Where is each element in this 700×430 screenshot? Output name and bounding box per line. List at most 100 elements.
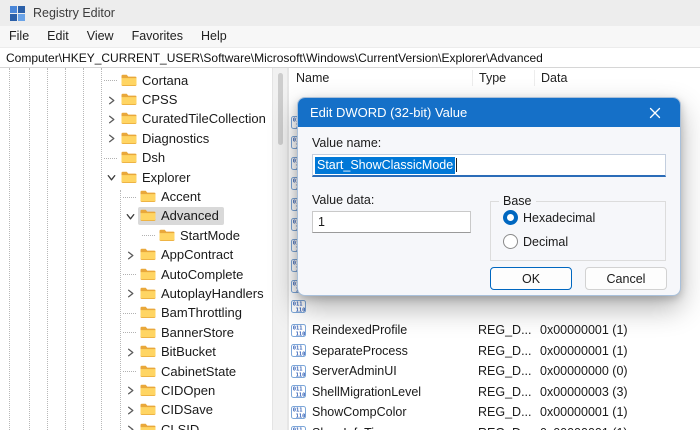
chevron-right-icon[interactable] [105,132,118,145]
tree-item-cpss[interactable]: CPSS [0,90,272,109]
tree-expander[interactable] [104,112,119,127]
list-row-obscured[interactable]: 011110 [289,297,700,317]
close-icon[interactable] [642,102,668,124]
chevron-right-icon[interactable] [124,249,137,262]
tree-item-cidsave[interactable]: CIDSave [0,401,272,420]
scrollbar-thumb[interactable] [278,73,283,145]
column-header-name[interactable]: Name [289,70,472,86]
tree-item-bitbucket[interactable]: BitBucket [0,342,272,361]
chevron-right-icon[interactable] [124,384,137,397]
tree-item-label: CuratedTileCollection [142,111,266,126]
chevron-down-icon[interactable] [124,210,137,223]
svg-text:110: 110 [296,372,306,378]
tree-item-label: StartMode [180,228,240,243]
tree-item-content: AutoplayHandlers [138,285,269,303]
tree-expander[interactable] [123,422,138,430]
dialog-body: Value name: Start_ShowClassicMode Value … [298,127,680,295]
value-icon-cell: 011110 [291,365,308,378]
svg-text:110: 110 [296,351,306,357]
tree-item-diagnostics[interactable]: Diagnostics [0,129,272,148]
menu-item-edit[interactable]: Edit [38,26,78,47]
reg-dword-binary-icon: 011110 [291,324,306,337]
list-row-showcompcolor[interactable]: 011110ShowCompColorREG_D...0x00000001 (1… [289,402,700,422]
folder-icon [159,229,175,242]
ok-button[interactable]: OK [490,267,572,290]
tree-item-autocomplete[interactable]: AutoComplete [0,265,272,284]
column-header-data[interactable]: Data [534,70,700,86]
tree-item-content: CPSS [119,91,182,109]
address-bar[interactable]: Computer\HKEY_CURRENT_USER\Software\Micr… [0,48,700,68]
menu-item-favorites[interactable]: Favorites [123,26,192,47]
chevron-right-icon[interactable] [124,423,137,430]
value-data: 0x00000001 (1) [534,344,700,358]
list-row-shellmigrationlevel[interactable]: 011110ShellMigrationLevelREG_D...0x00000… [289,382,700,402]
chevron-right-icon[interactable] [124,346,137,359]
tree-expander[interactable] [104,93,119,108]
chevron-right-icon[interactable] [124,287,137,300]
tree-connector-line [104,80,117,81]
tree-item-explorer[interactable]: Explorer [0,168,272,187]
tree-item-content: BamThrottling [138,304,247,322]
tree-item-bannerstore[interactable]: BannerStore [0,323,272,342]
column-header-type[interactable]: Type [472,70,534,86]
tree-expander[interactable] [123,403,138,418]
tree-item-cidopen[interactable]: CIDOpen [0,381,272,400]
tree-item-dsh[interactable]: Dsh [0,149,272,168]
edit-dword-dialog: Edit DWORD (32-bit) Value Value name: St… [297,97,681,296]
svg-text:110: 110 [296,307,306,313]
tree-item-autoplayhandlers[interactable]: AutoplayHandlers [0,284,272,303]
tree-item-startmode[interactable]: StartMode [0,226,272,245]
folder-icon [121,151,137,164]
radio-hexadecimal[interactable]: Hexadecimal [503,210,595,225]
list-row-serveradminui[interactable]: 011110ServerAdminUIREG_D...0x00000000 (0… [289,361,700,381]
tree-item-bamthrottling[interactable]: BamThrottling [0,304,272,323]
tree-item-label: BannerStore [161,325,234,340]
tree-expander[interactable] [104,170,119,185]
folder-icon [140,190,156,203]
tree-expander[interactable] [123,248,138,263]
tree-item-curatedtilecollection[interactable]: CuratedTileCollection [0,110,272,129]
radio-button-icon[interactable] [503,210,518,225]
value-icon-cell: 011110 [291,300,308,313]
tree-expander[interactable] [104,131,119,146]
chevron-right-icon[interactable] [105,94,118,107]
tree-item-clsid[interactable]: CLSID [0,420,272,430]
menu-item-view[interactable]: View [78,26,123,47]
value-type: REG_D... [472,405,534,419]
radio-decimal[interactable]: Decimal [503,234,568,249]
chevron-down-icon[interactable] [105,171,118,184]
tree-expander[interactable] [123,286,138,301]
chevron-right-icon[interactable] [124,404,137,417]
menu-item-file[interactable]: File [0,26,38,47]
value-type: REG_D... [472,344,534,358]
tree-expander[interactable] [123,209,138,224]
cancel-button[interactable]: Cancel [585,267,667,290]
list-row-showinfotip[interactable]: 011110ShowInfoTipREG_D...0x00000001 (1) [289,423,700,430]
tree-item-content: Dsh [119,149,170,167]
tree-item-content: Explorer [119,169,195,187]
tree-item-content: CuratedTileCollection [119,110,271,128]
value-type: REG_D... [472,364,534,378]
tree-item-advanced[interactable]: Advanced [0,207,272,226]
value-name-input[interactable]: Start_ShowClassicMode [312,154,666,177]
tree-item-cabinetstate[interactable]: CabinetState [0,362,272,381]
tree-vertical-scrollbar[interactable] [272,68,287,430]
radio-label: Hexadecimal [523,211,595,225]
value-name: SeparateProcess [308,344,472,358]
tree-item-label: AutoplayHandlers [161,286,264,301]
tree-expander[interactable] [123,345,138,360]
menu-item-help[interactable]: Help [192,26,236,47]
list-row-separateprocess[interactable]: 011110SeparateProcessREG_D...0x00000001 … [289,341,700,361]
tree-item-accent[interactable]: Accent [0,187,272,206]
folder-icon [121,132,137,145]
chevron-right-icon[interactable] [105,113,118,126]
text-caret [456,158,457,172]
reg-dword-binary-icon: 011110 [291,406,306,419]
radio-button-icon[interactable] [503,234,518,249]
value-data-input[interactable]: 1 [312,211,471,233]
tree-expander[interactable] [123,383,138,398]
tree-item-appcontract[interactable]: AppContract [0,246,272,265]
tree-connector-line [123,274,136,275]
tree-item-cortana[interactable]: Cortana [0,71,272,90]
list-row-reindexedprofile[interactable]: 011110ReindexedProfileREG_D...0x00000001… [289,320,700,340]
